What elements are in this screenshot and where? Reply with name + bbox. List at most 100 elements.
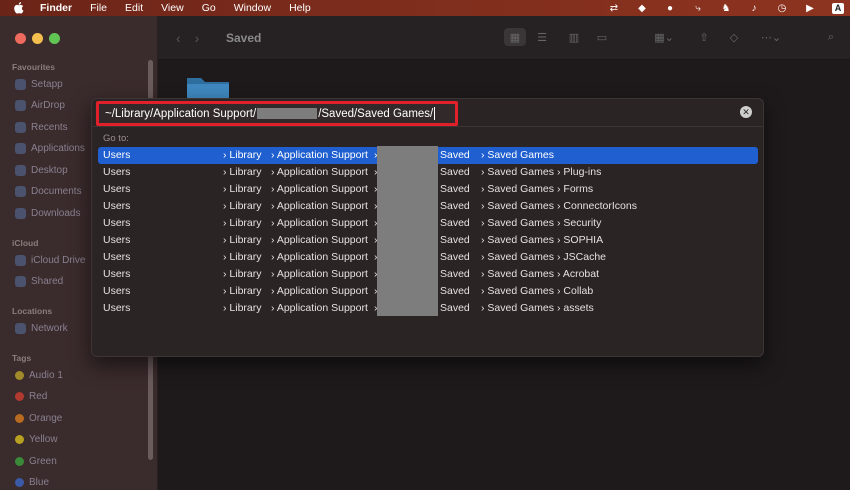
- row-saved: Saved: [440, 302, 470, 314]
- row-saved-games: › Saved Games: [481, 285, 554, 297]
- clock-icon: [15, 122, 26, 133]
- sidebar-tag-blue[interactable]: Blue: [15, 477, 49, 488]
- row-subfolder: › SOPHIA: [557, 234, 604, 246]
- sidebar-tag-yellow[interactable]: Yellow: [15, 434, 58, 445]
- menu-finder[interactable]: Finder: [40, 2, 72, 14]
- redaction-block: [377, 146, 438, 316]
- row-app-support: › Application Support: [271, 251, 368, 263]
- row-app-support: › Application Support: [271, 183, 368, 195]
- row-subfolder: › assets: [557, 302, 594, 314]
- tag-dot-icon: [15, 478, 24, 487]
- row-users: Users: [103, 200, 131, 212]
- go-to-label: Go to:: [103, 133, 129, 144]
- sidebar-item-shared[interactable]: Shared: [15, 276, 63, 287]
- row-saved-games: › Saved Games: [481, 149, 554, 161]
- column-view-icon[interactable]: ▥: [564, 28, 584, 46]
- shared-folder-icon: [15, 276, 26, 287]
- menu-file[interactable]: File: [90, 2, 107, 14]
- back-forward-icon[interactable]: ‹›: [176, 30, 213, 46]
- sidebar-tag-green[interactable]: Green: [15, 456, 57, 467]
- row-library: › Library: [223, 285, 262, 297]
- row-saved: Saved: [440, 200, 470, 212]
- sidebar-section-locations: Locations: [12, 306, 53, 316]
- sidebar-item-network[interactable]: Network: [15, 323, 68, 334]
- sidebar-item-desktop[interactable]: Desktop: [15, 165, 68, 176]
- path-prefix: ~/Library/Application Support/: [105, 107, 257, 120]
- row-saved: Saved: [440, 149, 470, 161]
- row-library: › Library: [223, 251, 262, 263]
- text-caret: [434, 107, 436, 120]
- row-library: › Library: [223, 234, 262, 246]
- sidebar-section-icloud: iCloud: [12, 238, 39, 248]
- sidebar-section-tags: Tags: [12, 353, 32, 363]
- zoom-window-button[interactable]: [49, 33, 60, 44]
- share-icon[interactable]: ⇧: [694, 28, 714, 46]
- clock-icon[interactable]: ◷: [776, 2, 788, 14]
- input-source-icon[interactable]: A: [832, 2, 844, 14]
- tag-dot-icon: [15, 392, 24, 401]
- sidebar-tag-orange[interactable]: Orange: [15, 413, 62, 424]
- sidebar-tag-red[interactable]: Red: [15, 391, 47, 402]
- group-icon[interactable]: ▦⌄: [650, 28, 678, 46]
- row-saved: Saved: [440, 183, 470, 195]
- row-app-support: › Application Support: [271, 166, 368, 178]
- row-saved: Saved: [440, 166, 470, 178]
- window-controls: [15, 33, 60, 44]
- tag-dot-icon: [15, 414, 24, 423]
- row-users: Users: [103, 268, 131, 280]
- script-icon[interactable]: ⤷: [692, 2, 704, 14]
- more-actions-icon[interactable]: ⋯⌄: [756, 28, 786, 46]
- setapp-icon: [15, 79, 26, 90]
- sidebar-item-downloads[interactable]: Downloads: [15, 208, 80, 219]
- row-users: Users: [103, 302, 131, 314]
- list-view-icon[interactable]: ☰: [532, 28, 552, 46]
- row-library: › Library: [223, 217, 262, 229]
- icon-view-icon[interactable]: ▦: [504, 28, 526, 46]
- clear-path-button[interactable]: ✕: [740, 106, 752, 118]
- minimize-window-button[interactable]: [32, 33, 43, 44]
- apple-menu-icon[interactable]: [14, 2, 28, 14]
- row-saved-games: › Saved Games: [481, 234, 554, 246]
- chrome-icon[interactable]: ●: [664, 2, 676, 14]
- row-saved-games: › Saved Games: [481, 268, 554, 280]
- row-app-support: › Application Support: [271, 285, 368, 297]
- play-icon[interactable]: ▶: [804, 2, 816, 14]
- tag-dot-icon: [15, 457, 24, 466]
- row-subfolder: › Security: [557, 217, 602, 229]
- search-icon[interactable]: ⌕: [822, 28, 840, 46]
- applications-icon: [15, 143, 26, 154]
- row-saved: Saved: [440, 217, 470, 229]
- sidebar-item-documents[interactable]: Documents: [15, 186, 82, 197]
- row-saved-games: › Saved Games: [481, 183, 554, 195]
- sidebar-tag-audio1[interactable]: Audio 1: [15, 370, 63, 381]
- status-area: ⇄ ◆ ● ⤷ ♞ ♪ ◷ ▶ A: [608, 0, 844, 16]
- toolbar: ‹› Saved ▦ ☰ ▥ ▭ ▦⌄ ⇧ ◇ ⋯⌄ ⌕: [158, 16, 850, 60]
- sidebar-item-setapp[interactable]: Setapp: [15, 79, 63, 90]
- sidebar-section-favourites: Favourites: [12, 62, 55, 72]
- menu-view[interactable]: View: [161, 2, 184, 14]
- bell-icon[interactable]: ♪: [748, 2, 760, 14]
- path-input[interactable]: ~/Library/Application Support/ /Saved/Sav…: [96, 101, 458, 126]
- sidebar-item-icloud-drive[interactable]: iCloud Drive: [15, 255, 85, 266]
- row-users: Users: [103, 166, 131, 178]
- gallery-view-icon[interactable]: ▭: [592, 28, 612, 46]
- menu-go[interactable]: Go: [202, 2, 216, 14]
- row-saved-games: › Saved Games: [481, 166, 554, 178]
- sidebar-item-recents[interactable]: Recents: [15, 122, 68, 133]
- dropbox-icon[interactable]: ◆: [636, 2, 648, 14]
- row-users: Users: [103, 149, 131, 161]
- row-app-support: › Application Support: [271, 149, 368, 161]
- menu-edit[interactable]: Edit: [125, 2, 143, 14]
- row-users: Users: [103, 217, 131, 229]
- airdrop-icon: [15, 100, 26, 111]
- row-library: › Library: [223, 200, 262, 212]
- sync-icon[interactable]: ⇄: [608, 2, 620, 14]
- menu-help[interactable]: Help: [289, 2, 311, 14]
- tag-icon[interactable]: ◇: [724, 28, 744, 46]
- menu-window[interactable]: Window: [234, 2, 271, 14]
- sidebar-item-airdrop[interactable]: AirDrop: [15, 100, 65, 111]
- monkey-icon[interactable]: ♞: [720, 2, 732, 14]
- row-saved-games: › Saved Games: [481, 251, 554, 263]
- close-window-button[interactable]: [15, 33, 26, 44]
- sidebar-item-applications[interactable]: Applications: [15, 143, 85, 154]
